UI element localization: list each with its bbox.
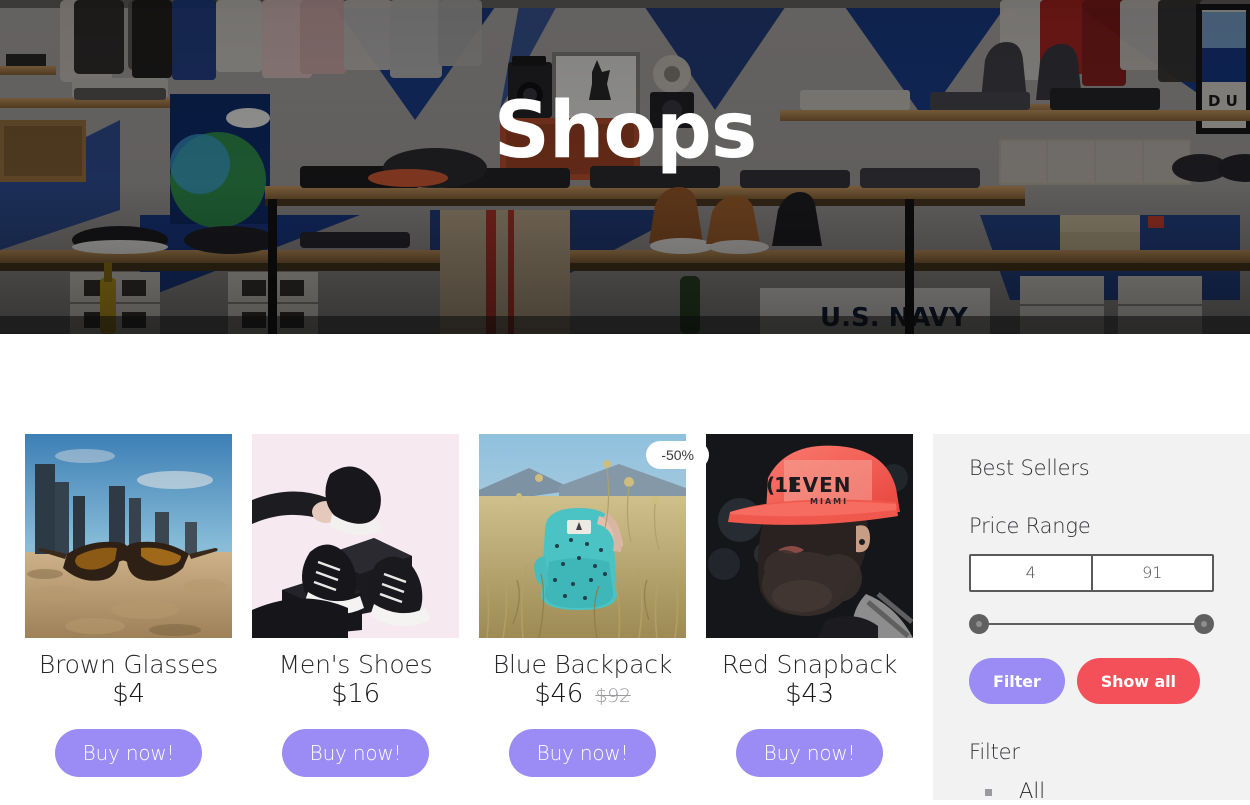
product-name: Men's Shoes: [278, 650, 433, 679]
product-media: [25, 434, 232, 638]
page-title: Shops: [493, 86, 758, 176]
price-range-inputs: [969, 554, 1214, 592]
product-price: $4: [112, 679, 145, 710]
svg-text:(11: (11: [766, 473, 800, 497]
product-grid: Brown Glasses $4 Buy now! Men's Shoes $1…: [25, 434, 915, 777]
best-sellers-heading: Best Sellers: [969, 456, 1090, 480]
product-card[interactable]: Brown Glasses $4 Buy now!: [25, 434, 232, 777]
slider-track: [978, 623, 1205, 625]
product-card[interactable]: -50% Blue Backpack $46 $92 Buy now!: [479, 434, 709, 777]
product-price: $46: [534, 679, 583, 710]
main-content: Brown Glasses $4 Buy now! Men's Shoes $1…: [0, 334, 1250, 803]
product-name: Blue Backpack: [492, 650, 673, 679]
sidebar-actions: Filter Show all: [969, 658, 1214, 704]
price-max-input[interactable]: [1092, 556, 1212, 588]
show-all-button[interactable]: Show all: [1076, 658, 1200, 704]
price-range-heading: Price Range: [969, 514, 1091, 538]
price-min-input[interactable]: [971, 556, 1091, 588]
filter-options-list: All: [969, 778, 1214, 805]
product-image-brown-glasses[interactable]: [25, 434, 232, 638]
product-image-mens-shoes[interactable]: [252, 434, 459, 638]
filter-option-all[interactable]: All: [985, 778, 1214, 805]
price-range-slider[interactable]: [969, 614, 1214, 634]
svg-text:MIAMI: MIAMI: [810, 497, 848, 506]
filter-button[interactable]: Filter: [969, 658, 1065, 704]
buy-now-button[interactable]: Buy now!: [54, 728, 203, 777]
buy-now-button[interactable]: Buy now!: [735, 728, 884, 777]
product-price-line: $16: [252, 680, 459, 709]
product-price: $43: [785, 679, 834, 710]
hero-banner: D U: [0, 0, 1250, 334]
product-card[interactable]: EVEN (11 MIAMI Red Snapback $43 Buy now!: [706, 434, 913, 777]
product-name: Red Snapback: [721, 650, 898, 679]
discount-badge: -50%: [646, 441, 709, 469]
product-price-line: $43: [706, 680, 913, 709]
slider-handle-max[interactable]: [1194, 614, 1214, 634]
product-price: $16: [331, 679, 380, 710]
product-image-red-snapback[interactable]: EVEN (11 MIAMI: [706, 434, 913, 638]
slider-handle-min[interactable]: [969, 614, 989, 634]
buy-now-button[interactable]: Buy now!: [281, 728, 430, 777]
product-card[interactable]: Men's Shoes $16 Buy now!: [252, 434, 459, 777]
product-media: -50%: [479, 434, 709, 638]
filter-option-label: All: [1019, 779, 1046, 803]
filter-sidebar: Best Sellers Price Range Filter Show all…: [933, 434, 1250, 803]
product-name: Brown Glasses: [38, 650, 219, 679]
product-old-price: $92: [595, 685, 631, 708]
product-price-line: $4: [25, 680, 232, 709]
product-media: [252, 434, 459, 638]
buy-now-button[interactable]: Buy now!: [508, 728, 657, 777]
product-media: EVEN (11 MIAMI: [706, 434, 913, 638]
filter-heading: Filter: [969, 740, 1020, 764]
product-price-line: $46 $92: [479, 680, 686, 709]
